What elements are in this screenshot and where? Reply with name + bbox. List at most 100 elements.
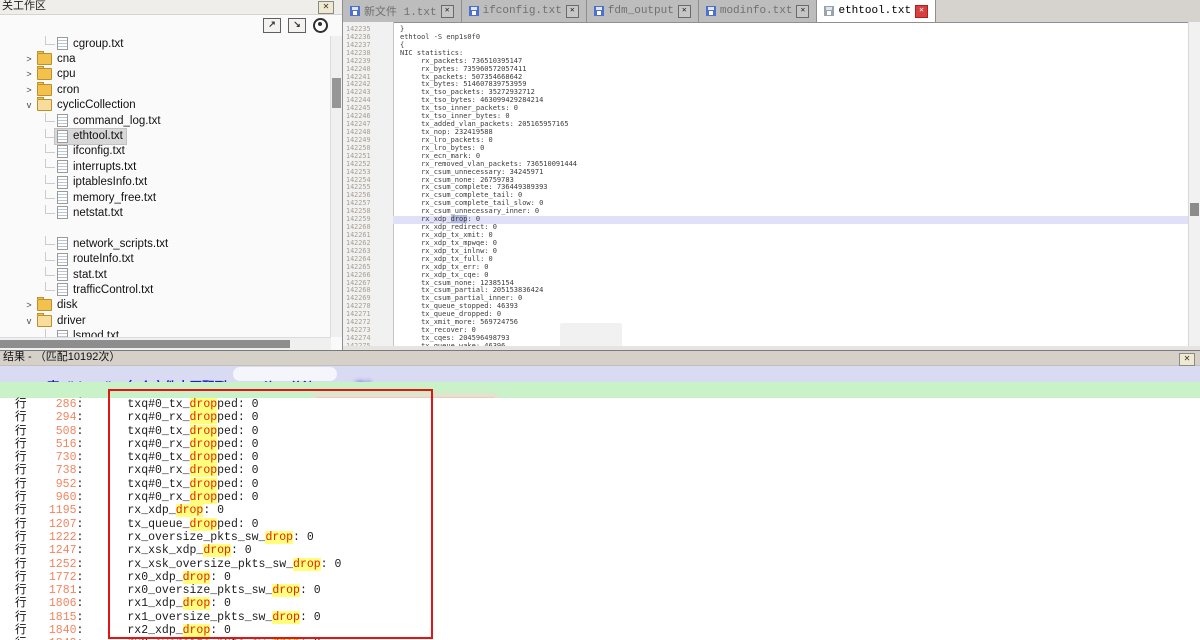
line-text: tx_recover: 0 — [393, 327, 1189, 335]
tree-item-memory_free.txt[interactable]: memory_free.txt — [0, 190, 331, 205]
tab-fdm_output[interactable]: fdm_output✕ — [587, 0, 699, 22]
close-icon[interactable]: ✕ — [915, 5, 928, 18]
editor-panel: 新文件 1.txt✕ifconfig.txt✕fdm_output✕modinf… — [343, 0, 1200, 350]
tree-item-cgroup.txt[interactable]: cgroup.txt — [0, 36, 331, 51]
colon: : — [77, 558, 84, 571]
scrollbar-thumb[interactable] — [332, 78, 341, 108]
tree-item-network_scripts.txt[interactable]: network_scripts.txt — [0, 236, 331, 251]
search-summary-row[interactable]: 索 "drop" （1个文件中匹配到10192次，总计次） — [0, 366, 1200, 382]
expand-all-icon[interactable]: ↗ — [263, 18, 281, 33]
tree-item-interrupts.txt[interactable]: interrupts.txt — [0, 159, 331, 174]
row-label: 行 — [15, 597, 27, 610]
close-icon[interactable]: ✕ — [566, 5, 579, 18]
file-tree: cgroup.txt > cna > cpu >cron v cyclicCollection… — [0, 36, 331, 337]
editor-line-142237[interactable]: 142237{ — [343, 42, 1189, 50]
tab-bar: 新文件 1.txt✕ifconfig.txt✕fdm_output✕modinf… — [343, 0, 1200, 23]
chevron-right-icon[interactable]: > — [23, 85, 35, 95]
row-label: 行 — [15, 464, 27, 477]
tree-item-disk[interactable]: >disk — [0, 298, 331, 313]
file-icon — [57, 268, 68, 281]
colon: : — [77, 438, 84, 451]
workspace-panel-header[interactable]: 关工作区 ✕ — [0, 0, 342, 15]
tree-connector — [45, 282, 55, 291]
tree-connector — [45, 159, 55, 168]
tree-item-iptablesInfo.txt[interactable]: iptablesInfo.txt — [0, 175, 331, 190]
result-line-number: 1207 — [27, 518, 77, 531]
line-text: rx_xdp_tx_full: 0 — [393, 256, 1189, 264]
tree-item-ethtool.txt[interactable]: ethtool.txt — [0, 128, 331, 143]
scrollbar-thumb[interactable] — [0, 340, 290, 348]
tree-item-body: netstat.txt — [55, 205, 126, 220]
editor-line-142236[interactable]: 142236ethtool -S enp1s0f0 — [343, 34, 1189, 42]
folder-icon — [37, 299, 52, 311]
close-icon[interactable]: ✕ — [678, 5, 691, 18]
row-label: 行 — [15, 398, 27, 411]
tree-item-lsmod.txt[interactable]: lsmod.txt — [0, 328, 331, 337]
tree-item-body: cyclicCollection — [35, 98, 139, 112]
results-panel-header[interactable]: 结果 - （匹配10192次） ✕ — [0, 351, 1200, 366]
tree-item-cna[interactable]: > cna — [0, 51, 331, 66]
chevron-right-icon[interactable]: > — [23, 69, 35, 79]
save-icon — [824, 6, 834, 16]
tree-item-label: memory_free.txt — [73, 192, 156, 204]
tab-ifconfig.txt[interactable]: ifconfig.txt ✕ — [462, 0, 587, 22]
folder-icon — [37, 315, 52, 327]
collapse-all-icon[interactable]: ↘ — [288, 18, 306, 33]
close-icon[interactable]: ✕ — [1179, 353, 1195, 366]
tree-item-routeInfo.txt[interactable]: routeInfo.txt — [0, 251, 331, 266]
tree-connector — [45, 236, 55, 245]
tree-item-label: cyclicCollection — [57, 99, 136, 111]
tree-item-driver[interactable]: vdriver — [0, 313, 331, 328]
folder-icon — [37, 99, 52, 111]
tree-item-command_log.txt[interactable]: command_log.txt — [0, 113, 331, 128]
locate-file-icon[interactable] — [313, 18, 328, 33]
workspace-panel: 关工作区 ✕ ↗ ↘ cgroup.txt > cna > cpu >cron v cycli… — [0, 0, 343, 350]
close-icon[interactable]: ✕ — [441, 5, 454, 18]
tree-item-ifconfig.txt[interactable]: ifconfig.txt — [0, 144, 331, 159]
tree-item-cron[interactable]: >cron — [0, 82, 331, 97]
tab-新文件 1.txt[interactable]: 新文件 1.txt✕ — [343, 0, 462, 22]
chevron-right-icon[interactable]: > — [23, 300, 35, 310]
result-line-number: 1252 — [27, 558, 77, 571]
tree-connector — [45, 267, 55, 276]
chevron-down-icon[interactable]: v — [23, 316, 35, 326]
tree-item-stat.txt[interactable]: stat.txt — [0, 267, 331, 282]
file-icon — [57, 253, 68, 266]
chevron-right-icon[interactable]: > — [23, 54, 35, 64]
tab-modinfo.txt[interactable]: modinfo.txt✕ — [699, 0, 818, 22]
tree-connector — [45, 252, 55, 261]
result-line-number: 1806 — [27, 597, 77, 610]
row-label: 行 — [15, 624, 27, 637]
file-icon — [57, 37, 68, 50]
tree-item-cpu[interactable]: > cpu — [0, 67, 331, 82]
tree-item-label: cna — [57, 53, 76, 65]
row-label: 行 — [15, 611, 27, 624]
tab-label: ifconfig.txt — [483, 5, 562, 17]
file-icon — [57, 283, 68, 296]
tree-item-body: routeInfo.txt — [55, 252, 137, 267]
result-line-number: 1222 — [27, 531, 77, 544]
folder-icon — [37, 68, 52, 80]
tree-item-label: cpu — [57, 68, 76, 80]
tab-ethtool.txt[interactable]: ethtool.txt ✕ — [817, 0, 936, 22]
tree-connector — [45, 205, 55, 214]
tree-horizontal-scrollbar[interactable] — [0, 337, 331, 350]
scrollbar-thumb[interactable] — [1190, 203, 1199, 216]
tree-item-netstat.txt[interactable]: netstat.txt — [0, 205, 331, 220]
chevron-down-icon[interactable]: v — [23, 100, 35, 110]
result-line-number: 1247 — [27, 544, 77, 557]
save-icon — [706, 6, 716, 16]
row-label: 行 — [15, 438, 27, 451]
editor-body[interactable]: 142235}142236ethtool -S enp1s0f0142237{1… — [343, 22, 1189, 346]
tree-connector — [45, 144, 55, 153]
tree-item-trafficControl.txt[interactable]: trafficControl.txt — [0, 282, 331, 297]
tree-vertical-scrollbar[interactable] — [330, 36, 342, 337]
close-icon[interactable]: ✕ — [796, 5, 809, 18]
result-line-number: 1815 — [27, 611, 77, 624]
tab-label: ethtool.txt — [838, 5, 911, 17]
editor-vertical-scrollbar[interactable] — [1188, 22, 1200, 346]
tree-item-cyclicCollection[interactable]: v cyclicCollection — [0, 98, 331, 113]
close-icon[interactable]: ✕ — [318, 1, 334, 14]
tree-item-label: iptablesInfo.txt — [73, 176, 147, 188]
result-line-number: 286 — [27, 398, 77, 411]
